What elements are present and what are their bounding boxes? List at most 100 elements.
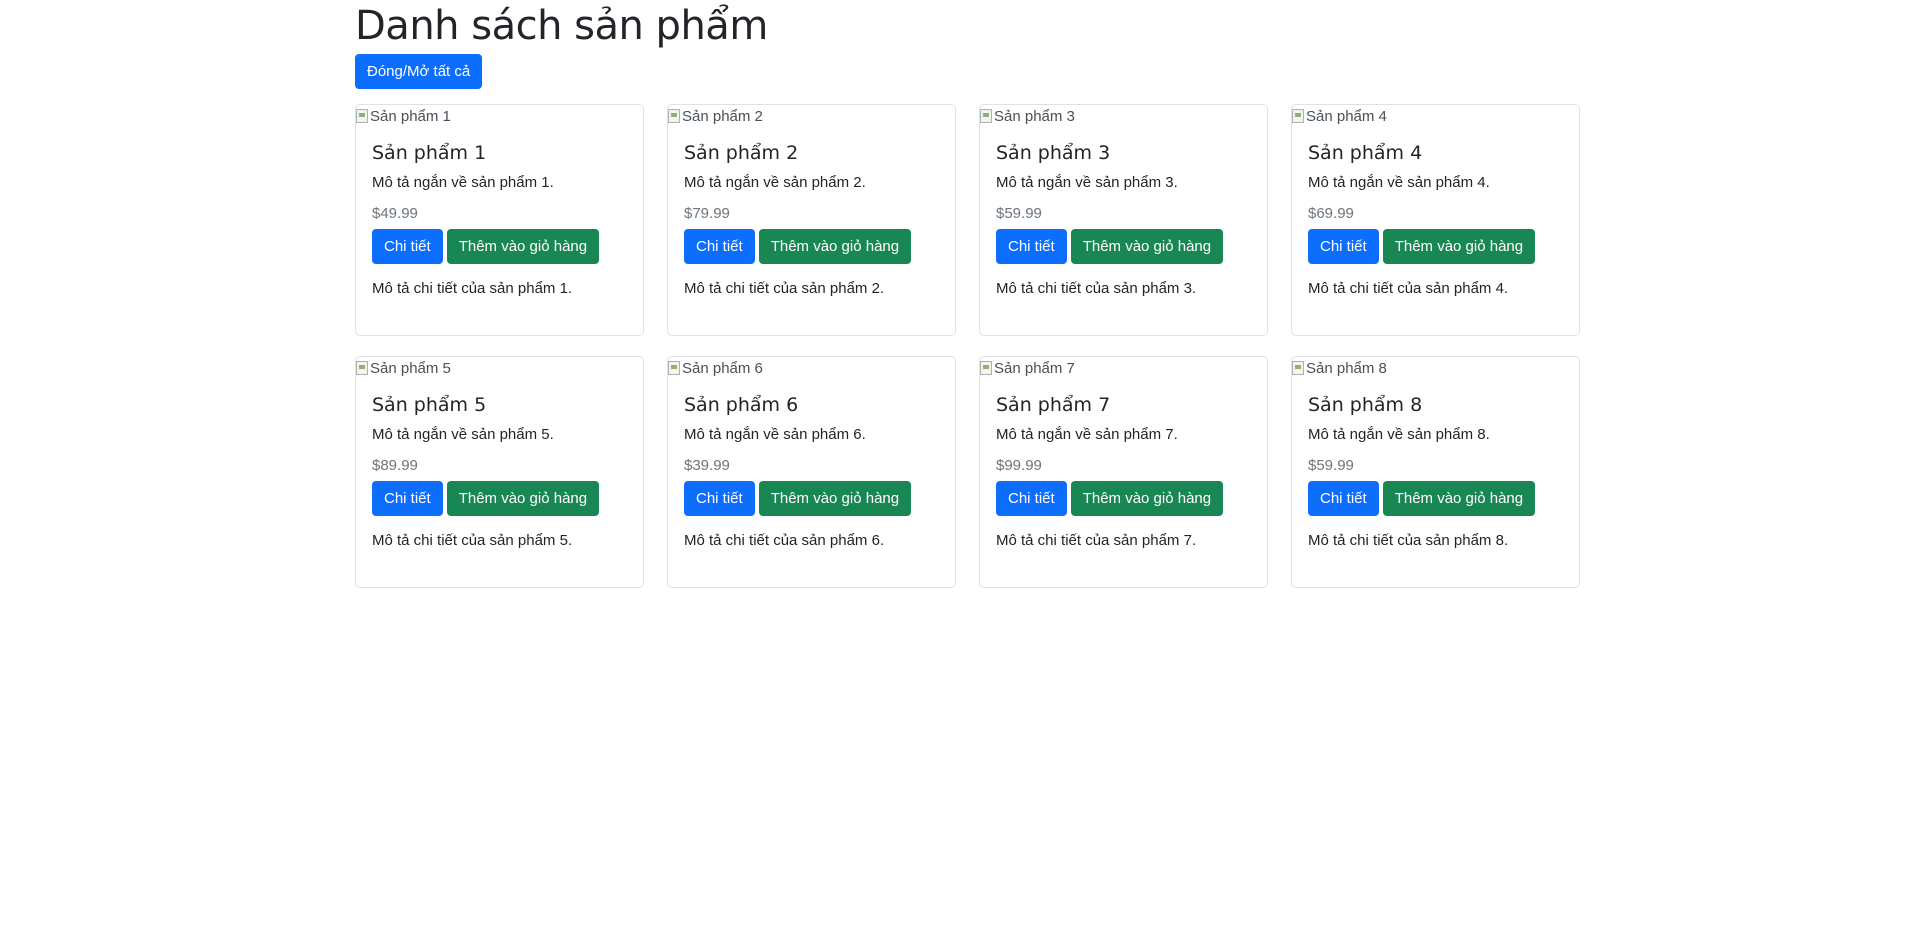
product-name: Sản phẩm 2 [684, 142, 799, 164]
product-price: $59.99 [1308, 457, 1354, 474]
product-long-desc: Mô tả chi tiết của sản phẩm 4. [1308, 280, 1509, 297]
product-long-desc: Mô tả chi tiết của sản phẩm 6. [684, 532, 885, 549]
add-to-cart-button[interactable]: Thêm vào giỏ hàng [1070, 229, 1224, 264]
broken-image-icon [668, 109, 680, 123]
product-long-desc: Mô tả chi tiết của sản phẩm 2. [684, 280, 885, 297]
product-short-desc: Mô tả ngắn về sản phẩm 7. [996, 426, 1178, 443]
product-name: Sản phẩm 1 [372, 142, 487, 164]
broken-image-icon [356, 109, 368, 123]
product-image: Sản phẩm 3 [980, 105, 1267, 127]
product-image: Sản phẩm 6 [668, 357, 955, 379]
add-to-cart-button[interactable]: Thêm vào giỏ hàng [446, 481, 600, 516]
product-image: Sản phẩm 1 [356, 105, 643, 127]
add-to-cart-button[interactable]: Thêm vào giỏ hàng [758, 229, 912, 264]
detail-button[interactable]: Chi tiết [996, 481, 1067, 516]
add-to-cart-button[interactable]: Thêm vào giỏ hàng [1070, 481, 1224, 516]
detail-button[interactable]: Chi tiết [996, 229, 1067, 264]
product-image-alt: Sản phẩm 4 [1306, 107, 1387, 125]
product-name: Sản phẩm 3 [996, 142, 1111, 164]
card-body: Sản phẩm 8 Mô tả ngắn về sản phẩm 8. $59… [1292, 394, 1579, 551]
product-image: Sản phẩm 4 [1292, 105, 1579, 127]
product-short-desc: Mô tả ngắn về sản phẩm 6. [684, 426, 866, 443]
product-short-desc: Mô tả ngắn về sản phẩm 5. [372, 426, 554, 443]
product-image: Sản phẩm 7 [980, 357, 1267, 379]
card-body: Sản phẩm 6 Mô tả ngắn về sản phẩm 6. $39… [668, 394, 955, 551]
product-image: Sản phẩm 2 [668, 105, 955, 127]
card-body: Sản phẩm 5 Mô tả ngắn về sản phẩm 5. $89… [356, 394, 643, 551]
product-image-alt: Sản phẩm 1 [370, 107, 451, 125]
add-to-cart-button[interactable]: Thêm vào giỏ hàng [446, 229, 600, 264]
product-image-alt: Sản phẩm 6 [682, 359, 763, 377]
product-short-desc: Mô tả ngắn về sản phẩm 1. [372, 174, 554, 191]
product-image-alt: Sản phẩm 5 [370, 359, 451, 377]
product-image: Sản phẩm 8 [1292, 357, 1579, 379]
product-long-desc: Mô tả chi tiết của sản phẩm 3. [996, 280, 1197, 297]
product-card: Sản phẩm 8 Sản phẩm 8 Mô tả ngắn về sản … [1291, 356, 1580, 588]
broken-image-icon [1292, 109, 1304, 123]
product-card: Sản phẩm 7 Sản phẩm 7 Mô tả ngắn về sản … [979, 356, 1268, 588]
detail-button[interactable]: Chi tiết [372, 481, 443, 516]
add-to-cart-button[interactable]: Thêm vào giỏ hàng [1382, 229, 1536, 264]
card-body: Sản phẩm 3 Mô tả ngắn về sản phẩm 3. $59… [980, 142, 1267, 299]
product-card: Sản phẩm 2 Sản phẩm 2 Mô tả ngắn về sản … [667, 104, 956, 336]
card-actions: Chi tiết Thêm vào giỏ hàng [996, 229, 1251, 264]
product-long-desc: Mô tả chi tiết của sản phẩm 5. [372, 532, 573, 549]
card-body: Sản phẩm 1 Mô tả ngắn về sản phẩm 1. $49… [356, 142, 643, 299]
product-short-desc: Mô tả ngắn về sản phẩm 3. [996, 174, 1178, 191]
product-card: Sản phẩm 3 Sản phẩm 3 Mô tả ngắn về sản … [979, 104, 1268, 336]
product-price: $69.99 [1308, 205, 1354, 222]
add-to-cart-button[interactable]: Thêm vào giỏ hàng [758, 481, 912, 516]
product-name: Sản phẩm 4 [1308, 142, 1423, 164]
card-body: Sản phẩm 2 Mô tả ngắn về sản phẩm 2. $79… [668, 142, 955, 299]
product-image-alt: Sản phẩm 2 [682, 107, 763, 125]
detail-button[interactable]: Chi tiết [1308, 229, 1379, 264]
product-grid: Sản phẩm 1 Sản phẩm 1 Mô tả ngắn về sản … [355, 104, 1585, 588]
broken-image-icon [980, 109, 992, 123]
product-short-desc: Mô tả ngắn về sản phẩm 4. [1308, 174, 1490, 191]
toggle-all-button[interactable]: Đóng/Mở tất cả [355, 54, 483, 89]
main-container: Danh sách sản phẩm Đóng/Mở tất cả Sản ph… [355, 0, 1585, 588]
broken-image-icon [1292, 361, 1304, 375]
card-actions: Chi tiết Thêm vào giỏ hàng [372, 229, 627, 264]
card-actions: Chi tiết Thêm vào giỏ hàng [684, 481, 939, 516]
product-price: $79.99 [684, 205, 730, 222]
product-name: Sản phẩm 7 [996, 394, 1111, 416]
product-card: Sản phẩm 1 Sản phẩm 1 Mô tả ngắn về sản … [355, 104, 644, 336]
broken-image-icon [668, 361, 680, 375]
product-price: $39.99 [684, 457, 730, 474]
detail-button[interactable]: Chi tiết [684, 481, 755, 516]
card-actions: Chi tiết Thêm vào giỏ hàng [1308, 481, 1563, 516]
card-body: Sản phẩm 4 Mô tả ngắn về sản phẩm 4. $69… [1292, 142, 1579, 299]
page-title: Danh sách sản phẩm [355, 3, 768, 49]
detail-button[interactable]: Chi tiết [1308, 481, 1379, 516]
broken-image-icon [356, 361, 368, 375]
product-name: Sản phẩm 6 [684, 394, 799, 416]
product-image-alt: Sản phẩm 8 [1306, 359, 1387, 377]
card-actions: Chi tiết Thêm vào giỏ hàng [372, 481, 627, 516]
product-card: Sản phẩm 5 Sản phẩm 5 Mô tả ngắn về sản … [355, 356, 644, 588]
card-actions: Chi tiết Thêm vào giỏ hàng [996, 481, 1251, 516]
broken-image-icon [980, 361, 992, 375]
card-actions: Chi tiết Thêm vào giỏ hàng [1308, 229, 1563, 264]
add-to-cart-button[interactable]: Thêm vào giỏ hàng [1382, 481, 1536, 516]
product-price: $89.99 [372, 457, 418, 474]
product-card: Sản phẩm 6 Sản phẩm 6 Mô tả ngắn về sản … [667, 356, 956, 588]
product-price: $99.99 [996, 457, 1042, 474]
product-price: $59.99 [996, 205, 1042, 222]
detail-button[interactable]: Chi tiết [684, 229, 755, 264]
card-actions: Chi tiết Thêm vào giỏ hàng [684, 229, 939, 264]
product-card: Sản phẩm 4 Sản phẩm 4 Mô tả ngắn về sản … [1291, 104, 1580, 336]
product-image-alt: Sản phẩm 7 [994, 359, 1075, 377]
product-image-alt: Sản phẩm 3 [994, 107, 1075, 125]
product-price: $49.99 [372, 205, 418, 222]
detail-button[interactable]: Chi tiết [372, 229, 443, 264]
product-name: Sản phẩm 8 [1308, 394, 1423, 416]
product-name: Sản phẩm 5 [372, 394, 487, 416]
product-long-desc: Mô tả chi tiết của sản phẩm 8. [1308, 532, 1509, 549]
product-long-desc: Mô tả chi tiết của sản phẩm 7. [996, 532, 1197, 549]
product-long-desc: Mô tả chi tiết của sản phẩm 1. [372, 280, 573, 297]
product-short-desc: Mô tả ngắn về sản phẩm 8. [1308, 426, 1490, 443]
card-body: Sản phẩm 7 Mô tả ngắn về sản phẩm 7. $99… [980, 394, 1267, 551]
product-image: Sản phẩm 5 [356, 357, 643, 379]
product-short-desc: Mô tả ngắn về sản phẩm 2. [684, 174, 866, 191]
